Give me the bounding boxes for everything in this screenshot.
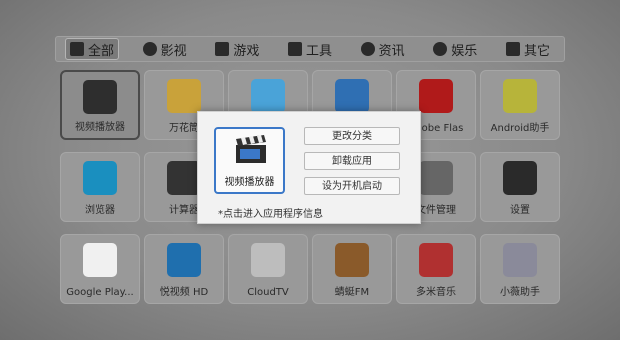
cloudtv-icon [251,243,285,277]
tools-icon [287,42,302,56]
category-label: 其它 [523,43,550,59]
app-options-dialog: 视频播放器 更改分类 卸载应用 设为开机启动 *点击进入应用程序信息 [197,111,421,224]
app-tile-17[interactable]: 小薇助手 [480,234,560,304]
app-label: 设置 [510,205,530,216]
category-tab-4[interactable]: 资讯 [357,39,409,59]
app-tile-6[interactable]: 浏览器 [60,152,140,222]
app-tile-11[interactable]: 设置 [480,152,560,222]
app-tile-16[interactable]: 多米音乐 [396,234,476,304]
kaleidoscope-icon [167,79,201,113]
video-hd-icon [167,243,201,277]
change-category-button[interactable]: 更改分类 [304,127,400,145]
app-tile-5[interactable]: Android助手 [480,70,560,140]
category-label: 资讯 [378,43,405,59]
category-label: 游戏 [233,43,260,59]
flash-icon [419,79,453,113]
category-tab-1[interactable]: 影视 [139,39,191,59]
category-tab-0[interactable]: 全部 [64,38,120,60]
clapperboard-icon [83,80,117,114]
app-label: Google Play... [66,287,134,298]
app-label: 小薇助手 [500,287,540,298]
film-icon [142,42,157,56]
app-tile-12[interactable]: Google Play... [60,234,140,304]
app-tile-0[interactable]: 视频播放器 [60,70,140,140]
grid-icon [70,42,84,56]
app-tile-15[interactable]: 蜻蜓FM [312,234,392,304]
app-label: 悦视频 HD [159,287,209,298]
uninstall-button[interactable]: 卸载应用 [304,152,400,170]
tv-icon [335,79,369,113]
category-label: 工具 [305,43,332,59]
app-label: 蜻蜓FM [334,287,370,298]
set-autostart-button[interactable]: 设为开机启动 [304,177,400,195]
folder-icon [419,161,453,195]
category-label: 影视 [160,43,187,59]
app-tile-13[interactable]: 悦视频 HD [144,234,224,304]
plus-circle-icon [433,42,448,56]
dialog-app-tile[interactable]: 视频播放器 [214,127,285,194]
app-label: Android助手 [490,123,550,134]
app-label: CloudTV [247,287,289,298]
globe-icon [360,42,375,56]
voice-assistant-icon [503,243,537,277]
calculator-icon [167,161,201,195]
dialog-app-label: 视频播放器 [224,177,275,188]
app-label: 浏览器 [85,205,115,216]
play-store-icon [83,243,117,277]
settings-monitor-icon [503,161,537,195]
ai-assistant-icon [251,79,285,113]
apps-icon [505,42,520,56]
category-label: 全部 [88,43,115,59]
music-icon [419,243,453,277]
category-label: 娱乐 [451,43,478,59]
clapperboard-icon [236,135,266,163]
category-tab-2[interactable]: 游戏 [211,39,263,59]
radio-icon [335,243,369,277]
app-tile-14[interactable]: CloudTV [228,234,308,304]
category-tab-6[interactable]: 其它 [502,39,554,59]
category-tab-5[interactable]: 娱乐 [429,39,481,59]
app-label: 多米音乐 [416,287,456,298]
dialog-hint: *点击进入应用程序信息 [218,209,323,220]
browser-globe-icon [83,161,117,195]
category-tab-3[interactable]: 工具 [284,39,336,59]
gamepad-icon [215,42,230,56]
app-label: 视频播放器 [75,122,125,133]
category-bar: 全部 影视 游戏 工具 资讯 娱乐 其它 [55,36,565,62]
android-icon [503,79,537,113]
